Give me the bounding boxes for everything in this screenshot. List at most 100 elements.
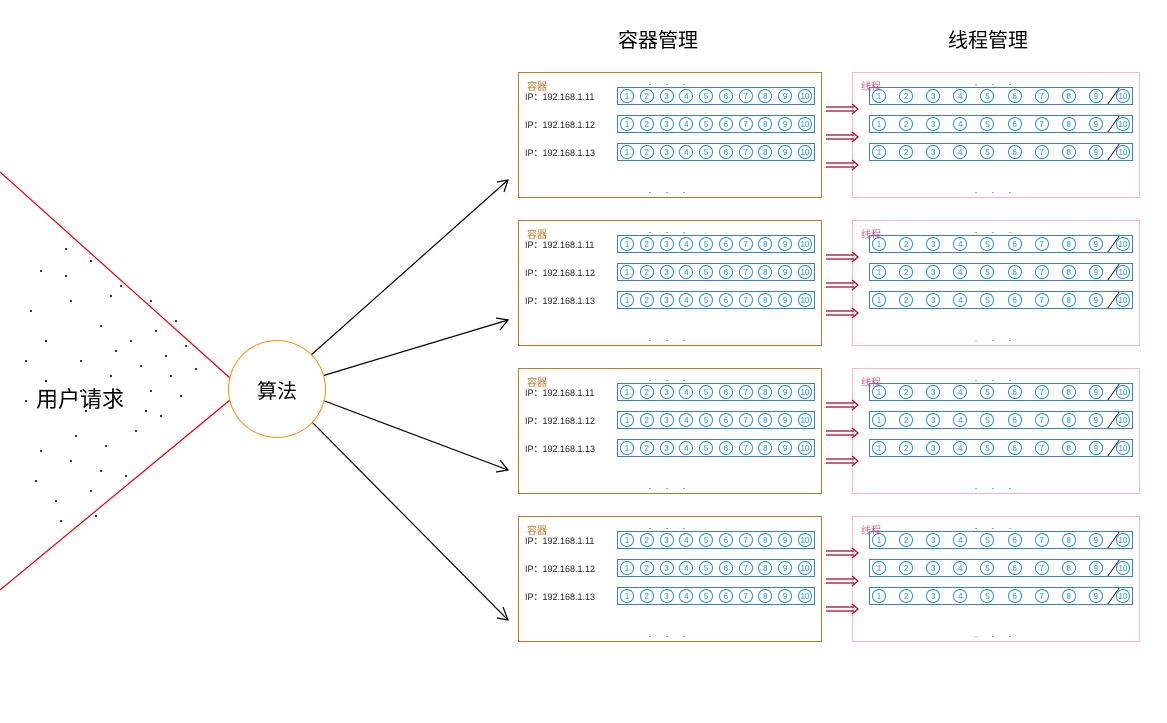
request-dot bbox=[145, 410, 147, 412]
user-request-dots bbox=[10, 200, 230, 560]
request-dot bbox=[120, 400, 122, 402]
request-dot bbox=[170, 375, 172, 377]
circle-item: 8 bbox=[1062, 145, 1076, 159]
red-arrow bbox=[824, 102, 860, 120]
request-dot bbox=[110, 375, 112, 377]
circle-item: 7 bbox=[739, 385, 753, 399]
circles-wrap: 12345678910 bbox=[617, 531, 815, 549]
circle-item: 5 bbox=[699, 413, 713, 427]
circle-item: 5 bbox=[699, 561, 713, 575]
circle-item: 8 bbox=[1062, 589, 1076, 603]
circle-item: 9 bbox=[1089, 237, 1103, 251]
circle-item: 1 bbox=[872, 561, 886, 575]
red-arrow bbox=[824, 454, 860, 472]
circle-item: 4 bbox=[953, 145, 967, 159]
circle-item: 2 bbox=[640, 145, 654, 159]
red-arrow bbox=[824, 250, 860, 268]
circle-item: 10 bbox=[1116, 237, 1130, 251]
circles-wrap: 12345678910 bbox=[869, 439, 1133, 457]
circle-item: 1 bbox=[620, 441, 634, 455]
request-dot bbox=[140, 365, 142, 367]
request-dot bbox=[30, 310, 32, 312]
circle-item: 2 bbox=[640, 533, 654, 547]
circle-item: 9 bbox=[778, 89, 792, 103]
request-dot bbox=[195, 368, 197, 370]
circle-item: 2 bbox=[899, 117, 913, 131]
request-dot bbox=[45, 380, 47, 382]
circle-item: 5 bbox=[980, 293, 994, 307]
circle-item: 1 bbox=[620, 413, 634, 427]
circle-item: 9 bbox=[1089, 561, 1103, 575]
circle-item: 7 bbox=[1035, 385, 1049, 399]
circles-wrap: 12345678910 bbox=[869, 115, 1133, 133]
circle-item: 4 bbox=[953, 237, 967, 251]
request-dot bbox=[180, 395, 182, 397]
circle-item: 9 bbox=[778, 589, 792, 603]
circle-item: 10 bbox=[1116, 561, 1130, 575]
thread-box: 线程. . .123456789101234567891012345678910… bbox=[852, 368, 1140, 494]
request-dot bbox=[25, 360, 27, 362]
data-row: 12345678910 bbox=[859, 585, 1133, 607]
circle-item: 6 bbox=[1008, 293, 1022, 307]
circle-item: 10 bbox=[1116, 441, 1130, 455]
circle-item: 10 bbox=[798, 145, 812, 159]
circles-wrap: 12345678910 bbox=[869, 87, 1133, 105]
circle-item: 6 bbox=[719, 117, 733, 131]
circle-item: 1 bbox=[872, 385, 886, 399]
circle-item: 5 bbox=[699, 533, 713, 547]
request-dot bbox=[75, 435, 77, 437]
ip-label: IP：192.168.1.13 bbox=[525, 146, 617, 159]
container-column: 容器. . .IP：192.168.1.1112345678910IP：192.… bbox=[518, 72, 822, 664]
circle-item: 10 bbox=[798, 385, 812, 399]
circles-wrap: 12345678910 bbox=[617, 263, 815, 281]
ip-label: IP：192.168.1.12 bbox=[525, 562, 617, 575]
circle-item: 4 bbox=[679, 265, 693, 279]
data-row: IP：192.168.1.1312345678910 bbox=[525, 141, 815, 163]
circle-item: 5 bbox=[699, 293, 713, 307]
circle-item: 1 bbox=[620, 589, 634, 603]
circle-item: 7 bbox=[1035, 237, 1049, 251]
arrow-to-group-2 bbox=[322, 318, 508, 376]
ip-label: IP：192.168.1.13 bbox=[525, 442, 617, 455]
circle-item: 4 bbox=[679, 561, 693, 575]
circle-item: 6 bbox=[719, 265, 733, 279]
circle-item: 4 bbox=[953, 589, 967, 603]
circle-item: 3 bbox=[926, 89, 940, 103]
circle-item: 9 bbox=[778, 265, 792, 279]
data-row: 12345678910 bbox=[859, 289, 1133, 311]
circle-item: 3 bbox=[660, 413, 674, 427]
circle-item: 6 bbox=[1008, 265, 1022, 279]
circle-item: 2 bbox=[899, 385, 913, 399]
circle-item: 2 bbox=[899, 89, 913, 103]
request-dot bbox=[90, 490, 92, 492]
circle-item: 3 bbox=[660, 533, 674, 547]
circle-item: 8 bbox=[758, 293, 772, 307]
circle-item: 1 bbox=[620, 237, 634, 251]
ellipsis-top: . . . bbox=[649, 521, 692, 531]
circle-item: 1 bbox=[620, 385, 634, 399]
circle-item: 7 bbox=[1035, 145, 1049, 159]
circle-item: 9 bbox=[1089, 589, 1103, 603]
circle-item: 6 bbox=[1008, 237, 1022, 251]
circle-item: 2 bbox=[640, 561, 654, 575]
request-dot bbox=[70, 300, 72, 302]
data-row: IP：192.168.1.1112345678910 bbox=[525, 529, 815, 551]
data-row: IP：192.168.1.1312345678910 bbox=[525, 437, 815, 459]
circle-item: 6 bbox=[1008, 413, 1022, 427]
ip-label: IP：192.168.1.12 bbox=[525, 414, 617, 427]
request-dot bbox=[65, 275, 67, 277]
circle-item: 8 bbox=[758, 145, 772, 159]
circles-wrap: 12345678910 bbox=[617, 115, 815, 133]
circle-item: 9 bbox=[778, 117, 792, 131]
circle-item: 8 bbox=[1062, 117, 1076, 131]
circle-item: 3 bbox=[660, 265, 674, 279]
request-dot bbox=[35, 480, 37, 482]
ellipsis-top: . . . bbox=[975, 225, 1018, 235]
circle-item: 9 bbox=[1089, 533, 1103, 547]
data-row: 12345678910 bbox=[859, 85, 1133, 107]
circle-item: 8 bbox=[1062, 265, 1076, 279]
thread-box: 线程. . .123456789101234567891012345678910… bbox=[852, 220, 1140, 346]
container-box: 容器. . .IP：192.168.1.1112345678910IP：192.… bbox=[518, 516, 822, 642]
circle-item: 6 bbox=[1008, 385, 1022, 399]
data-row: 12345678910 bbox=[859, 529, 1133, 551]
